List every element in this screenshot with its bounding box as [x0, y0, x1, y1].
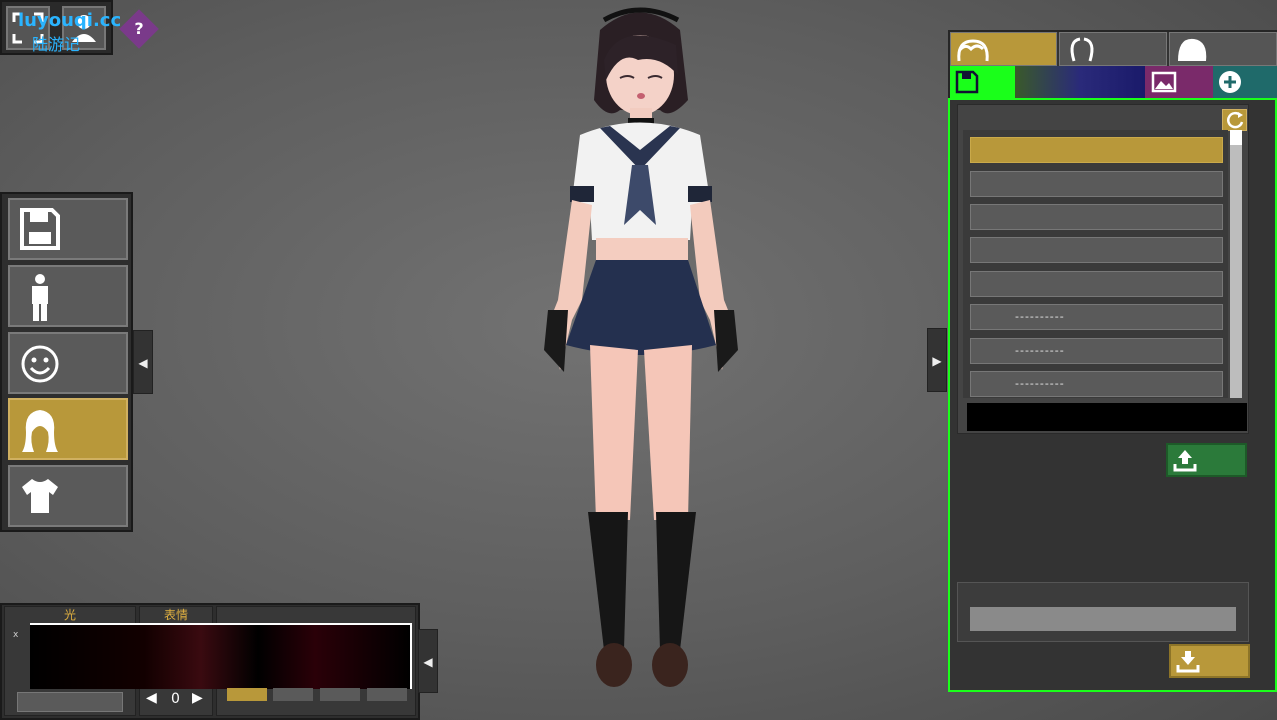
list-item[interactable]	[970, 137, 1223, 163]
list-scrollbar[interactable]	[1230, 130, 1242, 398]
expression-header: 表情	[163, 608, 188, 622]
help-label: ?	[134, 19, 144, 38]
stepper-value: 0	[171, 691, 180, 707]
upload-button[interactable]	[1166, 443, 1247, 477]
pose-slot-4[interactable]	[367, 688, 407, 701]
refresh-button[interactable]	[1222, 109, 1247, 131]
face-icon	[21, 345, 59, 383]
list-item[interactable]: ----------	[970, 338, 1223, 364]
menu-body-button[interactable]	[8, 265, 128, 327]
list-item[interactable]	[970, 171, 1223, 197]
clothing-icon	[22, 479, 58, 513]
tab-hair-side[interactable]	[1059, 32, 1167, 66]
help-button[interactable]: ?	[119, 9, 159, 49]
add-icon	[1219, 71, 1241, 93]
upload-icon	[1173, 450, 1197, 472]
right-panel-collapse-button[interactable]: ▶	[927, 328, 947, 392]
chevron-right-icon: ▶	[932, 354, 942, 368]
expression-stepper[interactable]: ◀ 0 ▶	[142, 688, 210, 714]
save-icon	[20, 208, 60, 250]
add-preset-button[interactable]	[1213, 66, 1277, 98]
watermark-subtext: 陆游记	[32, 35, 81, 54]
tab-hair-back[interactable]	[1169, 32, 1277, 66]
menu-hair-button[interactable]	[8, 398, 128, 460]
menu-clothing-button[interactable]	[8, 465, 128, 527]
left-panel-collapse-button[interactable]: ◀	[133, 330, 153, 394]
hair-side-icon	[1070, 37, 1094, 62]
save-icon	[955, 70, 979, 94]
download-button[interactable]	[1169, 644, 1250, 678]
light-reset-button[interactable]	[17, 692, 123, 712]
list-item[interactable]: ----------	[970, 304, 1223, 330]
menu-save-button[interactable]	[8, 198, 128, 260]
preset-name-field[interactable]	[1015, 66, 1145, 98]
menu-face-button[interactable]	[8, 332, 128, 394]
arrow-right-icon[interactable]: ▶	[192, 690, 203, 706]
bottom-panel-collapse-button[interactable]: ◀	[418, 629, 438, 693]
x-axis-label: x	[13, 630, 19, 640]
refresh-icon	[1227, 111, 1244, 129]
preset-description-bar	[967, 403, 1247, 431]
scrollbar-thumb[interactable]	[1230, 130, 1242, 145]
light-direction-graph[interactable]	[30, 623, 412, 689]
watermark-text: luyouqi.cc	[18, 10, 122, 31]
list-item[interactable]	[970, 237, 1223, 263]
chevron-left-icon: ◀	[138, 356, 148, 370]
list-item[interactable]	[970, 204, 1223, 230]
pose-slot-3[interactable]	[320, 688, 360, 701]
download-icon	[1176, 651, 1200, 673]
body-icon	[32, 274, 48, 321]
hair-icon	[22, 410, 58, 452]
hair-front-icon	[957, 39, 989, 62]
hair-back-icon	[1178, 38, 1207, 61]
save-preset-button[interactable]	[950, 66, 1015, 98]
character-model	[544, 7, 738, 687]
tab-hair-front[interactable]	[950, 32, 1057, 66]
pose-slot-2[interactable]	[273, 688, 313, 701]
pose-slot-1[interactable]	[227, 688, 267, 701]
chevron-left-icon: ◀	[423, 655, 433, 669]
light-header: 光	[63, 608, 76, 622]
list-item[interactable]	[970, 271, 1223, 297]
hair-setting-slider[interactable]	[970, 607, 1236, 631]
arrow-left-icon[interactable]: ◀	[146, 690, 157, 706]
image-icon	[1151, 71, 1177, 93]
list-item[interactable]: ----------	[970, 371, 1223, 397]
load-image-button[interactable]	[1145, 66, 1213, 98]
